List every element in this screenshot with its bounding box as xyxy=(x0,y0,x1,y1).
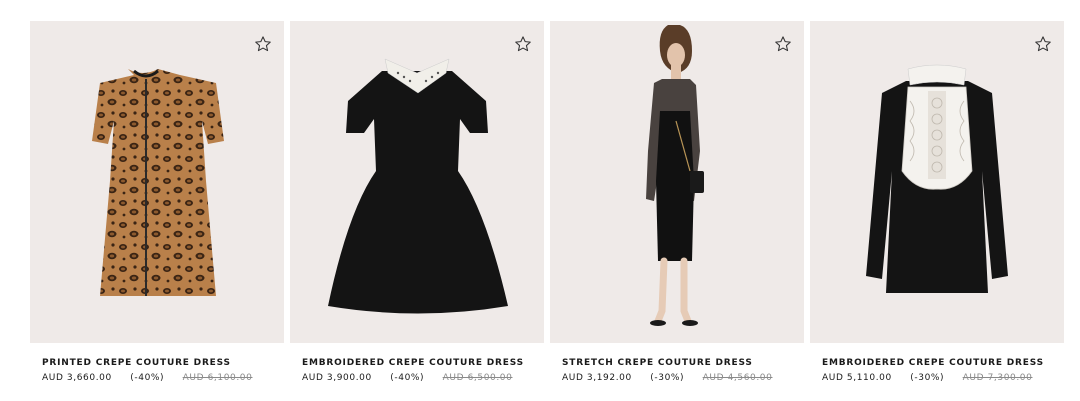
product-name[interactable]: EMBROIDERED CREPE COUTURE DRESS xyxy=(822,358,1064,368)
original-price: AUD 4,560.00 xyxy=(702,373,773,383)
product-name[interactable]: EMBROIDERED CREPE COUTURE DRESS xyxy=(302,358,544,368)
wishlist-star-icon[interactable] xyxy=(1034,35,1052,53)
wishlist-star-icon[interactable] xyxy=(254,35,272,53)
product-card[interactable]: PRINTED CREPE COUTURE DRESS AUD 3,660.00… xyxy=(30,21,284,383)
product-name[interactable]: STRETCH CREPE COUTURE DRESS xyxy=(562,358,804,368)
discount-badge: (-40%) xyxy=(390,373,425,383)
price-row: AUD 3,660.00 (-40%) AUD 6,100.00 xyxy=(42,373,284,383)
discount-badge: (-30%) xyxy=(910,373,945,383)
product-name[interactable]: PRINTED CREPE COUTURE DRESS xyxy=(42,358,284,368)
sale-price: AUD 5,110.00 xyxy=(822,373,892,383)
original-price: AUD 6,500.00 xyxy=(442,373,513,383)
product-image[interactable] xyxy=(810,21,1064,343)
original-price: AUD 7,300.00 xyxy=(962,373,1033,383)
model-stretch-dress-image xyxy=(646,25,704,326)
product-image[interactable] xyxy=(30,21,284,343)
wishlist-star-icon[interactable] xyxy=(514,35,532,53)
discount-badge: (-30%) xyxy=(650,373,685,383)
price-row: AUD 3,192.00 (-30%) AUD 4,560.00 xyxy=(562,373,804,383)
leopard-dress-image xyxy=(92,69,224,296)
product-image[interactable] xyxy=(550,21,804,343)
black-collar-dress-image xyxy=(328,58,508,314)
price-row: AUD 5,110.00 (-30%) AUD 7,300.00 xyxy=(822,373,1064,383)
product-image[interactable] xyxy=(290,21,544,343)
sale-price: AUD 3,660.00 xyxy=(42,373,112,383)
wishlist-star-icon[interactable] xyxy=(774,35,792,53)
lace-bib-dress-image xyxy=(866,64,1008,293)
sale-price: AUD 3,192.00 xyxy=(562,373,632,383)
product-card[interactable]: EMBROIDERED CREPE COUTURE DRESS AUD 5,11… xyxy=(810,21,1064,383)
price-row: AUD 3,900.00 (-40%) AUD 6,500.00 xyxy=(302,373,544,383)
sale-price: AUD 3,900.00 xyxy=(302,373,372,383)
discount-badge: (-40%) xyxy=(130,373,165,383)
product-card[interactable]: STRETCH CREPE COUTURE DRESS AUD 3,192.00… xyxy=(550,21,804,383)
product-card[interactable]: EMBROIDERED CREPE COUTURE DRESS AUD 3,90… xyxy=(290,21,544,383)
original-price: AUD 6,100.00 xyxy=(182,373,253,383)
